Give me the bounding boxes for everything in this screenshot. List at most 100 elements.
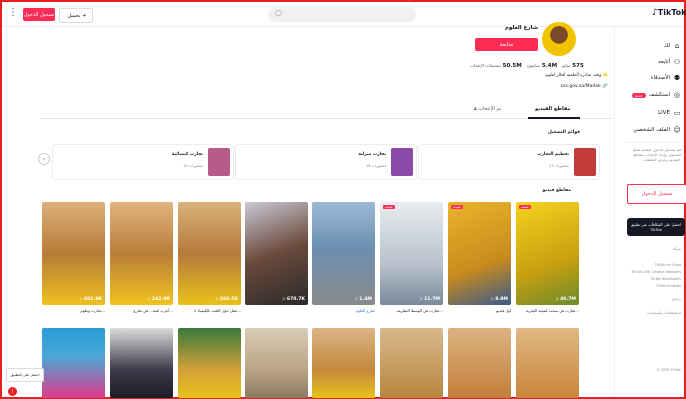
view-count-value: 11.7M (424, 297, 440, 302)
pinned-badge: مثبت (519, 205, 531, 209)
notification-dot-icon[interactable]: ! (8, 387, 17, 396)
footer-section-programs[interactable]: برنامج (625, 296, 681, 302)
playlist-thumbnail (208, 148, 230, 176)
footer-section-company[interactable]: شركة (625, 246, 681, 252)
live-icon: ▭ (673, 109, 681, 117)
profile-stats: 575متابَع 5.4Mمتابعون 50.5Mتسجيلات الإعج… (470, 63, 610, 69)
pinned-badge: مثبت (451, 205, 463, 209)
tab-liked[interactable]: 🔒︎ تم الإعجاب (474, 106, 501, 112)
more-vertical-icon[interactable]: ⋮ (8, 7, 18, 18)
sidebar-item-friends[interactable]: الأصدقاء ⚉ (651, 74, 681, 82)
video-thumbnail (42, 328, 105, 398)
footer-link[interactable]: TikTok LIVE Creator Networks (625, 269, 681, 275)
login-button[interactable]: تسجيل الدخول (23, 8, 55, 21)
playlist-thumbnail (391, 148, 413, 176)
video-thumbnail (312, 328, 375, 398)
video-thumbnail: مثبت ▷11.7M (380, 202, 443, 305)
following-count: 575 (572, 63, 584, 69)
tab-videos[interactable]: مقاطع الفيديو (535, 106, 571, 112)
sidebar-item-label: استكشف (648, 92, 670, 98)
video-caption: عمل حول اللعب بالكيمياء 1... (193, 308, 241, 313)
video-thumbnail: ▷242.9K (110, 202, 173, 305)
plus-icon: + (82, 12, 87, 19)
sidebar-item-label: أتابعه (658, 59, 670, 65)
video-caption: أجرب لعبة... في شارع... (133, 308, 173, 313)
link-icon: 🔗 (602, 84, 608, 89)
sidebar-item-label: LIVE (658, 110, 670, 116)
explore-icon: ◎ (673, 91, 681, 99)
playlist-card[interactable]: تجارب منزلية 18 منشورات (235, 144, 417, 180)
following-label: متابَع (562, 63, 571, 68)
tab-liked-label: تم الإعجاب (478, 106, 502, 112)
sidebar-item-label: لك (663, 43, 670, 49)
play-icon: ▷ (215, 296, 219, 301)
view-count: ▷242.9K (148, 296, 170, 302)
video-thumbnail (380, 328, 443, 398)
likes-stat: 50.5Mتسجيلات الإعجاب (470, 63, 522, 69)
video-caption: تجارب في الوسط التطريف... (396, 308, 443, 313)
playlist-title: تجارب منزلية (358, 152, 386, 157)
sidebar-item-profile[interactable]: الملف الشخصي ☺ (633, 126, 681, 134)
video-thumbnail: ▷402.8K (42, 202, 105, 305)
upload-button[interactable]: تحميل + (59, 8, 93, 23)
search-input[interactable]: ○ (268, 7, 416, 22)
search-icon[interactable]: ○ (275, 8, 282, 17)
sidebar-login-button[interactable]: تسجيل الدخول (627, 184, 686, 204)
pinned-badge: مثبت (383, 205, 395, 209)
follow-button[interactable]: متابعة (475, 38, 538, 51)
sidebar-item-explore[interactable]: جديد استكشف ◎ (631, 91, 681, 99)
playlist-title: تجارب كيميائية (171, 152, 203, 157)
video-thumbnail: ▷1.4M (312, 202, 375, 305)
avatar[interactable] (542, 22, 576, 56)
video-thumbnail (516, 328, 579, 398)
carousel-prev-button[interactable]: ‹ (38, 153, 50, 165)
video-thumbnail: مثبت ▷40.7M (516, 202, 579, 305)
active-tab-indicator (528, 117, 580, 119)
get-app-button[interactable]: احصل على التطبيق (6, 368, 44, 382)
playlist-row: تحطيم التجارب 23 منشورات تجارب منزلية 18… (52, 144, 608, 180)
play-icon: ▷ (79, 296, 83, 301)
playlist-title: تحطيم التجارب (537, 152, 569, 157)
likes-label: تسجيلات الإعجاب (470, 63, 501, 68)
video-thumbnail: ▷200.5K (178, 202, 241, 305)
view-count: ▷200.5K (216, 296, 238, 302)
followers-stat[interactable]: 5.4Mمتابعون (527, 63, 557, 69)
video-caption: تجارب وعلوم... (80, 308, 105, 313)
playlist-count: 16 منشورات (183, 164, 203, 168)
view-count: ▷402.8K (80, 296, 102, 302)
tiktok-profile-page: { "header": { "menu_icon": "more-vertica… (0, 0, 686, 399)
view-count: ▷11.7M (420, 296, 440, 302)
view-count-value: 670.7K (286, 297, 305, 302)
copyright: © 2025 TikTok (656, 368, 681, 372)
footer-link[interactable]: TikTok Developers (625, 276, 681, 282)
sidebar-item-live[interactable]: LIVE ▭ (658, 109, 681, 117)
view-count: ▷1.4M (355, 296, 372, 302)
following-stat[interactable]: 575متابَع (562, 63, 584, 69)
app-promo-banner[interactable]: احصل على المكافآت عبر تطبيق TikTok (627, 218, 685, 236)
playlists-title: قوائم التشغيل (547, 130, 580, 135)
video-thumbnail (110, 328, 173, 398)
video-thumbnail (448, 328, 511, 398)
likes-count: 50.5M (502, 63, 522, 69)
video-thumbnail (245, 328, 308, 398)
footer-section-terms[interactable]: المصطلحات والسياسات (625, 310, 681, 316)
view-count: ▷670.7K (283, 296, 305, 302)
sidebar-item-for-you[interactable]: لك ⌂ (664, 42, 681, 50)
profile-link[interactable]: sss.gov.sa/Madak 🔗 (480, 84, 608, 89)
playlist-card[interactable]: تحطيم التجارب 23 منشورات (418, 144, 600, 180)
logo[interactable]: ♪TikTok (652, 8, 686, 18)
footer-link[interactable]: TikTok Embeds (625, 283, 681, 289)
sidebar-item-following[interactable]: أتابعه ⚇ (658, 58, 681, 66)
video-thumbnail (178, 328, 241, 398)
view-count-value: 402.8K (83, 297, 102, 302)
view-count-value: 242.9K (151, 297, 170, 302)
view-count-value: 40.7M (560, 297, 576, 302)
followers-label: متابعون (526, 63, 540, 68)
play-icon: ▷ (355, 296, 359, 301)
playlist-card[interactable]: تجارب كيميائية 16 منشورات (52, 144, 234, 180)
video-thumbnail: ▷670.7K (245, 202, 308, 305)
profile-tabs: مقاطع الفيديو 🔒︎ تم الإعجاب (40, 104, 612, 119)
play-icon: ▷ (147, 296, 151, 301)
playlist-thumbnail (574, 148, 596, 176)
footer-link[interactable]: TikTok for Good (625, 262, 681, 268)
